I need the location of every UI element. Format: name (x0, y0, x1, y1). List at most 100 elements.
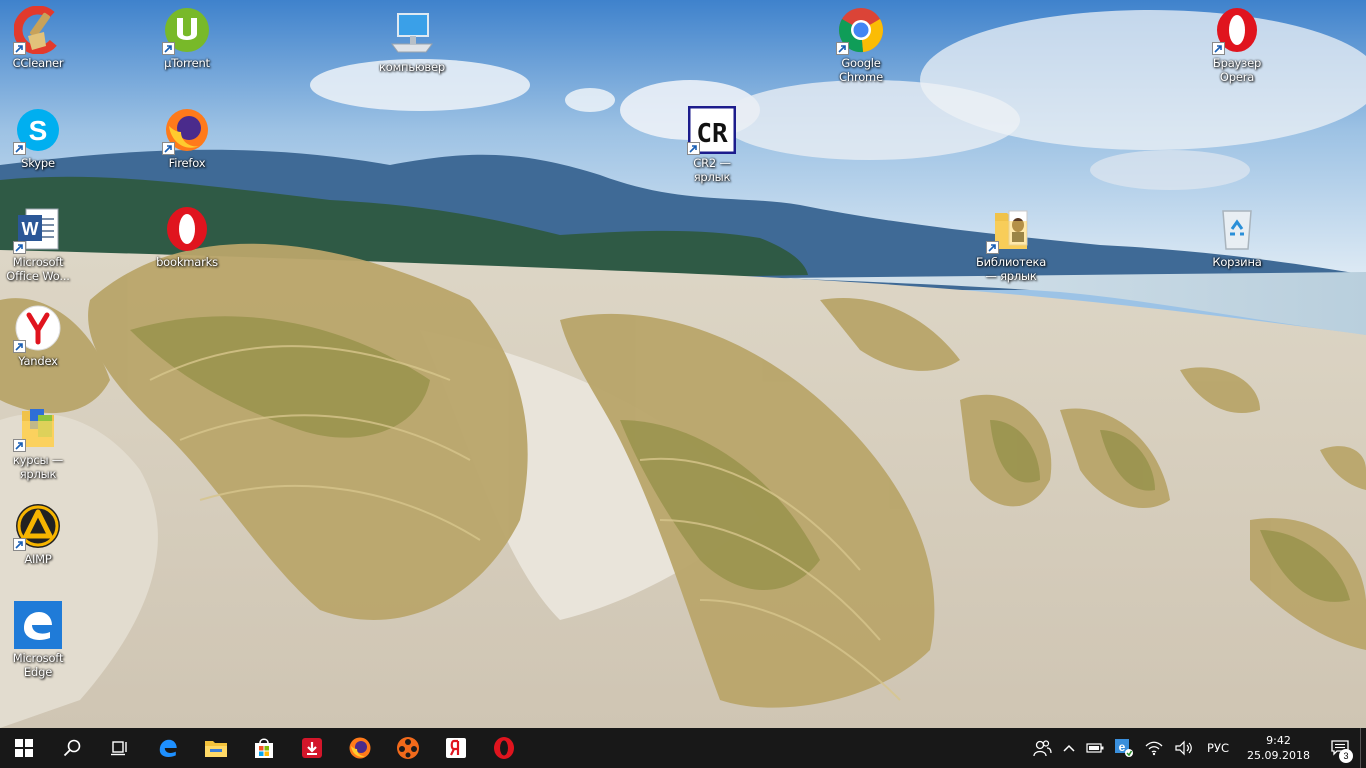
folder-icon (13, 403, 62, 452)
chevron-up-icon (1063, 744, 1075, 752)
desktop-icon-label: курсы — ярлык (12, 453, 64, 481)
desktop-icon-chrome[interactable]: Google Chrome (823, 6, 899, 84)
task-view-icon (111, 741, 127, 756)
shortcut-arrow-icon (13, 241, 26, 254)
desktop-icon-ccleaner[interactable]: CCleaner (0, 6, 76, 70)
ccleaner-icon (13, 6, 62, 55)
desktop-icon-recycle-bin[interactable]: Корзина (1199, 205, 1275, 269)
desktop-icon-label: Microsoft Office Wo... (6, 255, 70, 283)
cr-icon: CR (687, 106, 736, 155)
yandex-icon (446, 738, 466, 758)
notification-count-badge: 3 (1339, 749, 1353, 763)
people-icon (1033, 740, 1052, 757)
desktop-icon-library[interactable]: Библиотека — ярлык (973, 205, 1049, 283)
network-button[interactable] (1139, 728, 1169, 768)
desktop-icon-cr2[interactable]: CR CR2 — ярлык (674, 106, 750, 184)
ie-tray-button[interactable]: e (1109, 728, 1139, 768)
desktop-icon-opera-browser[interactable]: Браузер Opera (1199, 6, 1275, 84)
taskbar-yandex[interactable] (432, 728, 480, 768)
desktop-icon-firefox[interactable]: Firefox (149, 106, 225, 170)
system-tray: e РУС 9:42 25.09.2018 3 (1027, 728, 1366, 768)
firefox-icon (162, 106, 211, 155)
opera-icon (163, 205, 211, 253)
shortcut-arrow-icon (13, 42, 26, 55)
desktop-icon-yandex[interactable]: Yandex (0, 304, 76, 368)
opera-icon (1212, 6, 1261, 55)
edge-icon (159, 739, 177, 757)
input-language-button[interactable]: РУС (1199, 728, 1237, 768)
svg-text:e: e (1119, 740, 1126, 754)
search-button[interactable] (48, 728, 96, 768)
desktop-icon-label: Google Chrome (839, 56, 883, 84)
desktop-icon-edge[interactable]: Microsoft Edge (0, 601, 76, 679)
download-icon (302, 738, 322, 758)
shortcut-arrow-icon (1212, 42, 1225, 55)
taskbar-opera[interactable] (480, 728, 528, 768)
desktop-icon-computer[interactable]: компьювер (374, 10, 450, 74)
desktop-icon-word[interactable]: W Microsoft Office Wo... (0, 205, 76, 283)
edge-icon (14, 601, 62, 649)
clock-time: 9:42 (1266, 734, 1291, 747)
search-icon (63, 739, 81, 757)
battery-button[interactable] (1081, 728, 1109, 768)
desktop-icon-label: Yandex (18, 354, 58, 368)
windows-logo-icon (15, 739, 33, 757)
svg-text:CR: CR (696, 119, 728, 149)
desktop-icon-label: Microsoft Edge (12, 651, 64, 679)
desktop-icon-label: Библиотека — ярлык (975, 255, 1047, 283)
desktop-icon-label: Skype (21, 156, 55, 170)
taskbar-explorer[interactable] (192, 728, 240, 768)
wifi-icon (1145, 741, 1163, 756)
shortcut-arrow-icon (162, 142, 175, 155)
chrome-icon (836, 6, 885, 55)
folder-icon (986, 205, 1035, 254)
computer-icon (388, 10, 436, 58)
file-explorer-icon (205, 741, 227, 757)
people-button[interactable] (1027, 728, 1057, 768)
task-view-button[interactable] (96, 728, 144, 768)
shortcut-arrow-icon (13, 142, 26, 155)
yandex-icon (13, 304, 62, 353)
volume-button[interactable] (1169, 728, 1199, 768)
shortcut-arrow-icon (836, 42, 849, 55)
taskbar-downloader[interactable] (288, 728, 336, 768)
desktop-icon-label: AIMP (24, 552, 52, 566)
word-icon: W (13, 205, 62, 254)
clock-button[interactable]: 9:42 25.09.2018 (1237, 733, 1320, 763)
svg-text:W: W (22, 219, 39, 239)
desktop-icon-label: bookmarks (156, 255, 218, 269)
start-button[interactable] (0, 728, 48, 768)
desktop-icon-label: Корзина (1212, 255, 1262, 269)
shortcut-arrow-icon (13, 340, 26, 353)
media-player-icon (397, 737, 419, 759)
store-icon (255, 738, 273, 758)
desktop-icon-courses[interactable]: курсы — ярлык (0, 403, 76, 481)
taskbar-edge[interactable] (144, 728, 192, 768)
shortcut-arrow-icon (13, 439, 26, 452)
desktop-icon-label: CCleaner (12, 56, 64, 70)
shortcut-arrow-icon (13, 538, 26, 551)
desktop-icon-label: компьювер (379, 60, 445, 74)
firefox-icon (349, 737, 371, 759)
action-center-button[interactable]: 3 (1320, 728, 1360, 768)
desktop-icon-aimp[interactable]: AIMP (0, 502, 76, 566)
clock-date: 25.09.2018 (1247, 749, 1310, 762)
taskbar-firefox[interactable] (336, 728, 384, 768)
desktop-icon-label: Браузер Opera (1212, 56, 1262, 84)
taskbar-media-player[interactable] (384, 728, 432, 768)
desktop-icon-skype[interactable]: S Skype (0, 106, 76, 170)
speaker-icon (1175, 740, 1192, 756)
show-hidden-icons-button[interactable] (1057, 728, 1081, 768)
battery-icon (1086, 743, 1104, 753)
desktop-icon-bookmarks[interactable]: bookmarks (149, 205, 225, 269)
recycle-bin-icon (1213, 205, 1261, 253)
skype-icon: S (13, 106, 62, 155)
desktop-icon-label: µTorrent (164, 56, 210, 70)
aimp-icon (13, 502, 62, 551)
taskbar: e РУС 9:42 25.09.2018 3 (0, 728, 1366, 768)
desktop-icon-label: CR2 — ярлык (693, 156, 731, 184)
show-desktop-button[interactable] (1360, 728, 1366, 768)
desktop-icon-utorrent[interactable]: µTorrent (149, 6, 225, 70)
taskbar-store[interactable] (240, 728, 288, 768)
utorrent-icon (162, 6, 211, 55)
